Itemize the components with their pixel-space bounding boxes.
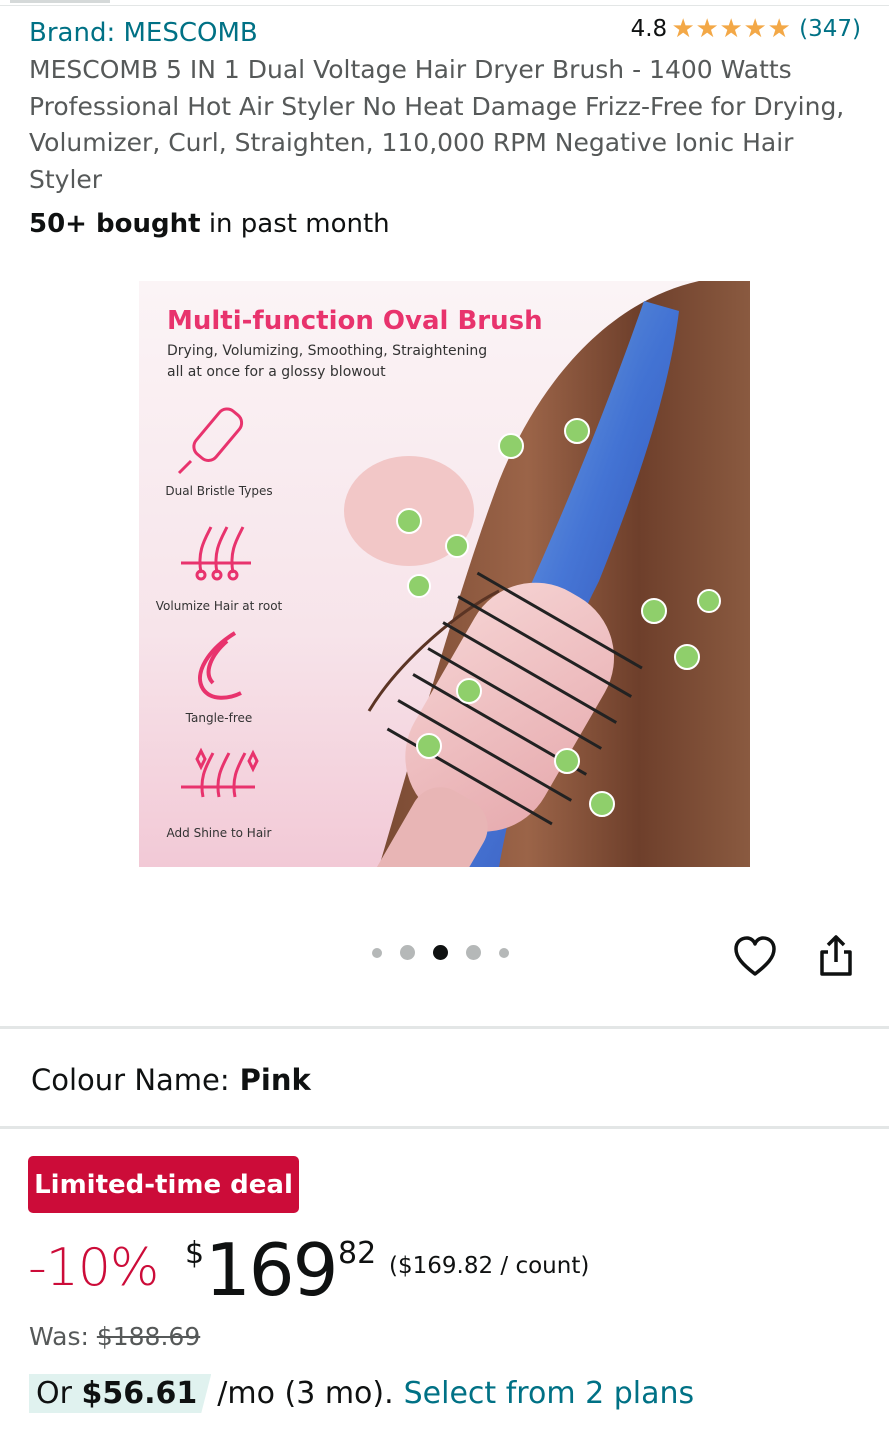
- top-edge: [0, 0, 889, 6]
- image-carousel-indicator[interactable]: [372, 945, 527, 960]
- price-whole: 169: [205, 1228, 338, 1312]
- installment-offer: Or $56.61 /mo (3 mo). Select from 2 plan…: [29, 1374, 694, 1413]
- colour-selector[interactable]: Colour Name: Pink: [31, 1063, 311, 1097]
- feature-label: Tangle-free: [185, 711, 253, 725]
- brand-rating-row: Brand: MESCOMB 4.8 ★ ★ ★ ★ ★ (347): [29, 14, 861, 54]
- carousel-dot[interactable]: [466, 945, 481, 960]
- top-divider: [0, 5, 889, 6]
- rating-value: 4.8: [630, 16, 668, 42]
- add-to-list-button[interactable]: [730, 932, 780, 980]
- image-heading: Multi-function Oval Brush: [167, 306, 543, 336]
- star-rating: ★ ★ ★ ★ ★: [671, 16, 791, 42]
- feature-label: Volumize Hair at root: [156, 599, 283, 613]
- installment-prefix: Or: [36, 1376, 82, 1411]
- section-divider: [0, 1126, 889, 1129]
- price-fraction: 82: [338, 1236, 377, 1271]
- installment-amount: $56.61: [81, 1376, 198, 1411]
- image-subline-2: all at once for a glossy blowout: [167, 364, 386, 380]
- feature-label: Add Shine to Hair: [167, 826, 272, 840]
- product-title: MESCOMB 5 IN 1 Dual Voltage Hair Dryer B…: [29, 55, 845, 194]
- carousel-dot[interactable]: [400, 945, 415, 960]
- colour-value: Pink: [239, 1063, 311, 1097]
- was-amount: $188.69: [96, 1322, 201, 1351]
- deal-badge: Limited-time deal: [28, 1156, 299, 1213]
- rating-summary[interactable]: 4.8 ★ ★ ★ ★ ★ (347): [631, 16, 861, 42]
- was-price: Was: $188.69: [29, 1322, 200, 1351]
- top-tab-indicator: [10, 0, 110, 3]
- bought-count-rest: in past month: [200, 209, 390, 239]
- installment-suffix: /mo (3 mo).: [217, 1376, 394, 1411]
- star-icon: ★: [767, 14, 791, 44]
- brand-link[interactable]: Brand: MESCOMB: [29, 18, 258, 48]
- review-count-link[interactable]: (347): [799, 16, 861, 42]
- price-currency: $: [185, 1236, 205, 1271]
- installment-plans-link[interactable]: Select from 2 plans: [404, 1376, 694, 1411]
- installment-highlight: Or $56.61: [29, 1374, 211, 1413]
- bought-count-bold: 50+ bought: [29, 209, 201, 239]
- image-subline-1: Drying, Volumizing, Smoothing, Straighte…: [167, 343, 487, 359]
- star-icon: ★: [671, 14, 695, 44]
- heart-icon: [734, 936, 776, 976]
- star-icon: ★: [719, 14, 743, 44]
- was-label: Was:: [29, 1322, 89, 1351]
- product-image[interactable]: Multi-function Oval Brush Drying, Volumi…: [139, 281, 750, 867]
- carousel-dot[interactable]: [372, 947, 382, 958]
- share-icon: [820, 935, 852, 976]
- carousel-dot[interactable]: [499, 947, 509, 958]
- share-button[interactable]: [812, 932, 860, 980]
- price-block: -10% $ 169 82 ($169.82 / count): [28, 1228, 868, 1318]
- star-icon: ★: [743, 14, 767, 44]
- unit-price: ($169.82 / count): [389, 1253, 590, 1279]
- carousel-dot-active[interactable]: [433, 945, 448, 960]
- discount-percentage: -10%: [28, 1238, 159, 1298]
- star-icon: ★: [695, 14, 719, 44]
- feature-label: Dual Bristle Types: [165, 484, 272, 498]
- colour-label: Colour Name:: [31, 1063, 230, 1097]
- bought-count: 50+ bought in past month: [29, 209, 390, 239]
- section-divider: [0, 1026, 889, 1029]
